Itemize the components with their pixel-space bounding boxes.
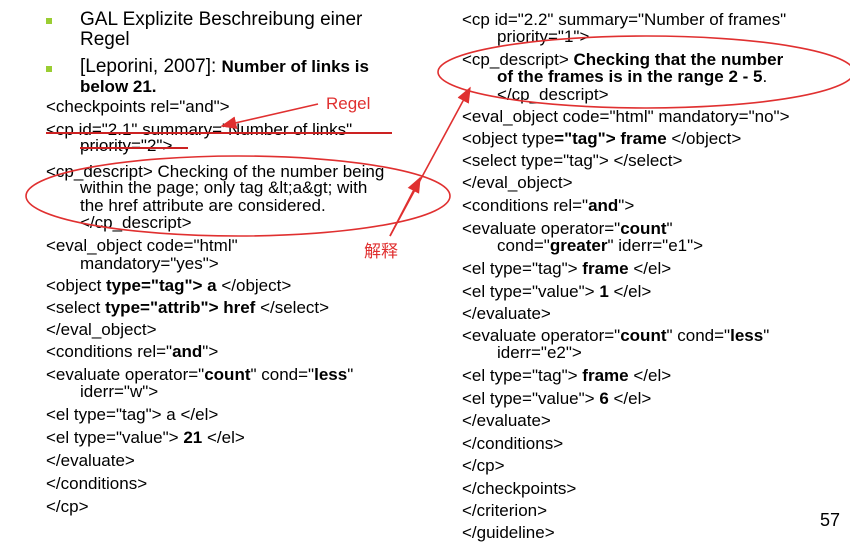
annotation-jieshi: 解释	[364, 242, 398, 261]
code-line: </evaluate>	[462, 411, 551, 430]
arrow-jieshi-right	[389, 86, 471, 237]
code-line: <select type="tag"> </select>	[462, 151, 683, 170]
code-line: </cp>	[46, 497, 89, 516]
code-line: iderr="e2">	[497, 343, 582, 362]
page-number: 57	[819, 510, 840, 530]
code-line: mandatory="yes">	[80, 254, 219, 273]
code-line: <el type="tag"> a </el>	[46, 405, 219, 424]
code-line: </eval_object>	[46, 320, 157, 339]
code-line: <eval_object code="html"	[46, 236, 238, 255]
code-line: </conditions>	[462, 434, 564, 453]
code-line: </guideline>	[462, 523, 555, 542]
strikethrough-line	[80, 147, 188, 149]
code-line: </eval_object>	[462, 173, 573, 192]
code-line: </checkpoints>	[462, 479, 577, 498]
code-line: <conditions rel="and">	[462, 196, 635, 215]
code-line: cond="greater" iderr="e1">	[497, 236, 704, 255]
code-line: <el type="tag"> frame </el>	[462, 259, 672, 278]
code-line: <eval_object code="html" mandatory="no">	[462, 107, 790, 126]
code-line: <el type="tag"> frame </el>	[462, 366, 672, 385]
code-line: <object type="tag"> frame </object>	[462, 129, 742, 148]
strikethrough-line	[46, 132, 392, 134]
bullet-marker	[46, 18, 52, 24]
code-line: </cp>	[462, 456, 505, 475]
code-line: within the page; only tag &lt;a&gt; with	[80, 178, 368, 197]
bullet-1-line-2: Regel	[80, 29, 130, 50]
code-line: <el type="value"> 21 </el>	[46, 428, 245, 447]
bullet-2-prefix: [Leporini, 2007]:	[80, 56, 222, 77]
code-line: <select type="attrib"> href </select>	[46, 298, 330, 317]
code-line: priority="2">	[80, 136, 173, 155]
code-line: <checkpoints rel="and">	[46, 97, 230, 116]
code-line: </cp_descript>	[80, 213, 192, 232]
code-line: </conditions>	[46, 474, 148, 493]
arrow-jieshi-left	[389, 176, 421, 237]
bullet-1: GAL Explizite Beschreibung einer Regel	[80, 10, 362, 50]
code-line: </criterion>	[462, 501, 548, 520]
code-line: <el type="value"> 6 </el>	[462, 389, 652, 408]
code-line: <conditions rel="and">	[46, 342, 219, 361]
annotation-regel: Regel	[326, 94, 371, 113]
code-line: priority="1">	[497, 27, 590, 46]
bullet-2: [Leporini, 2007]: Number of links is bel…	[80, 57, 369, 97]
code-line: <el type="value"> 1 </el>	[462, 282, 652, 301]
code-line: of the frames is in the range 2 - 5.	[497, 67, 768, 86]
bullet-marker	[46, 66, 52, 72]
code-line: </evaluate>	[46, 451, 135, 470]
bullet-2-bold-1: Number of links is	[221, 57, 369, 76]
code-line: </cp_descript>	[497, 85, 609, 104]
code-line: iderr="w">	[80, 382, 159, 401]
code-line: <object type="tag"> a </object>	[46, 276, 292, 295]
bullet-1-line-1: GAL Explizite Beschreibung einer	[80, 9, 363, 30]
code-line: </evaluate>	[462, 304, 551, 323]
